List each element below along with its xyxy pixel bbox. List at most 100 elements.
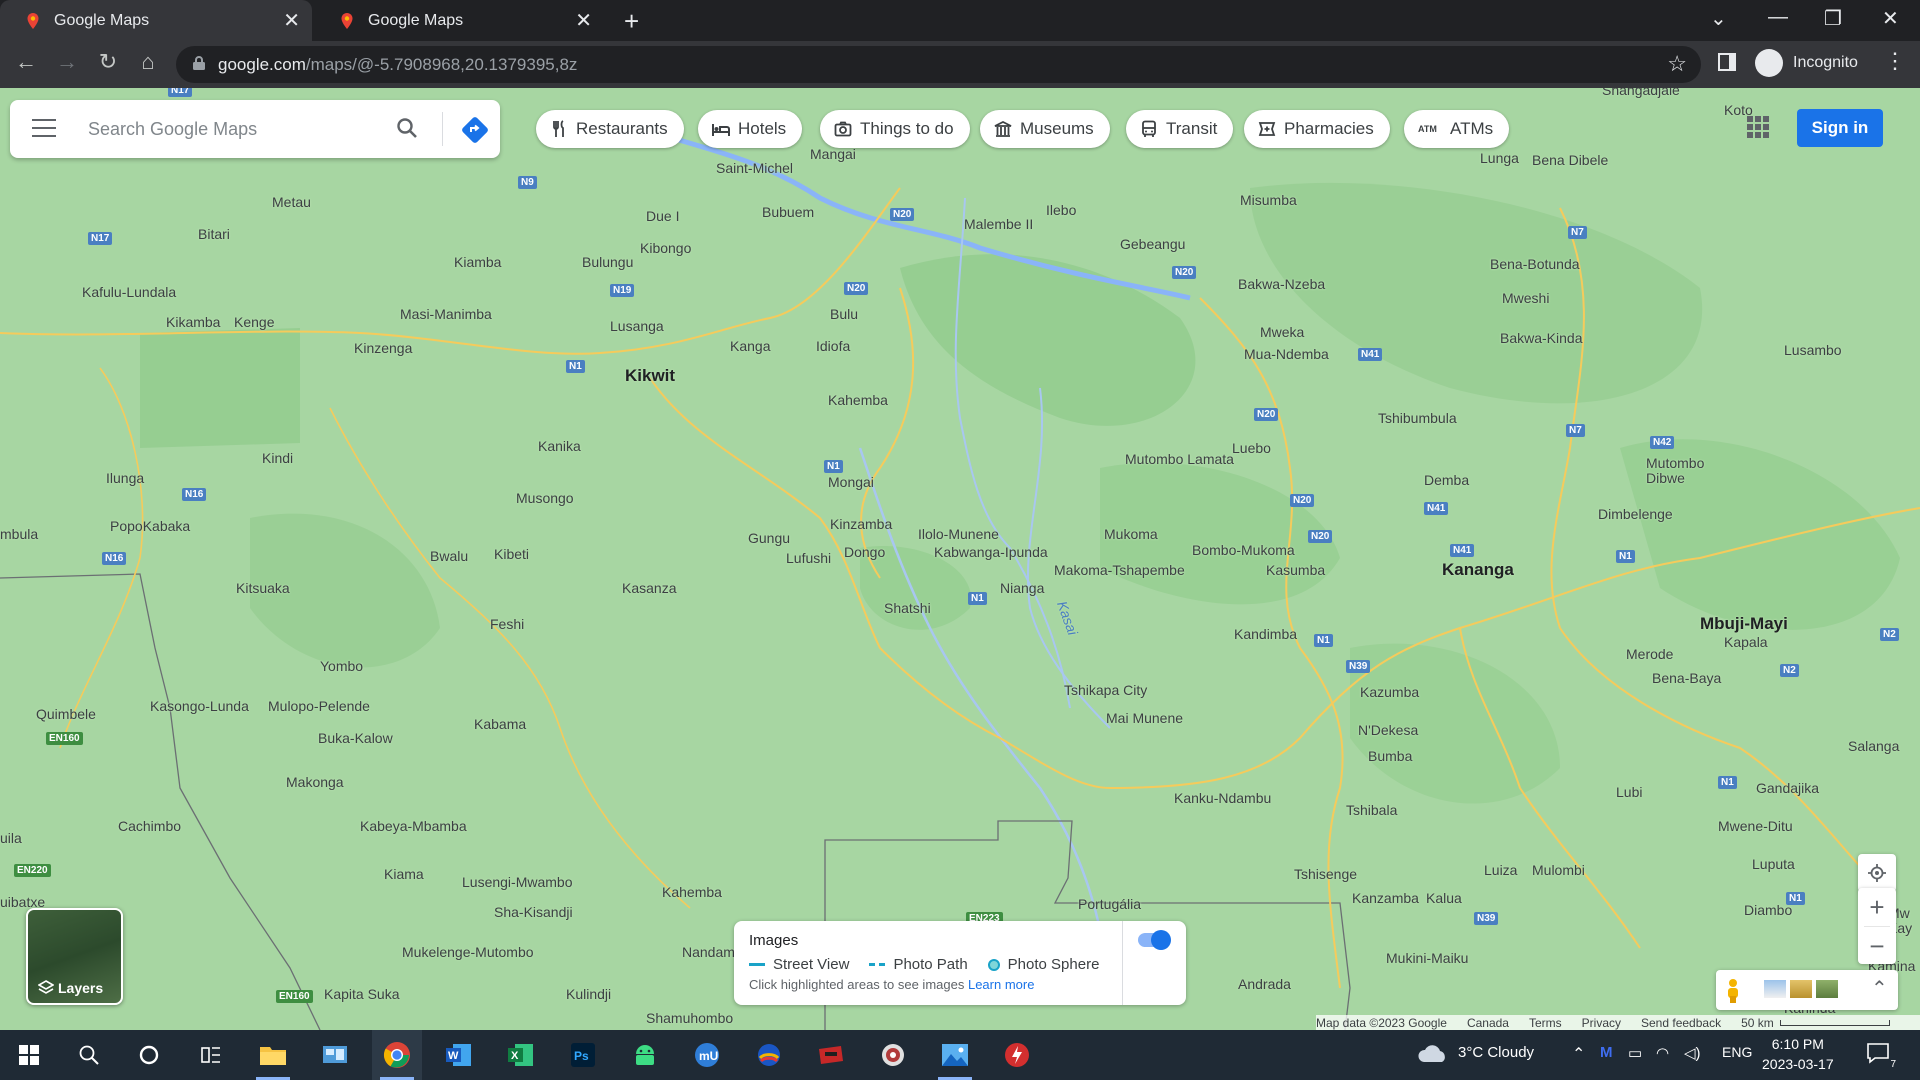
- place-label: Kibeti: [494, 546, 530, 562]
- taskbar-app-13[interactable]: [806, 1030, 856, 1080]
- chip-transit[interactable]: Transit: [1126, 110, 1234, 148]
- taskbar-app-14[interactable]: [868, 1030, 918, 1080]
- place-label: Luiza: [1484, 862, 1518, 878]
- cortana-button[interactable]: [124, 1030, 174, 1080]
- close-tab-icon[interactable]: ✕: [283, 8, 300, 33]
- chrome-menu-icon[interactable]: ⋮: [1884, 48, 1906, 74]
- scale-label[interactable]: 50 km: [1741, 1016, 1774, 1030]
- chevron-up-icon[interactable]: ⌃: [1871, 976, 1888, 1001]
- wifi-icon[interactable]: ◠: [1656, 1044, 1669, 1062]
- road-shield: N1: [1314, 634, 1333, 647]
- tab-google-maps-1[interactable]: Google Maps ✕: [0, 0, 312, 41]
- notifications-button[interactable]: 7: [1866, 1042, 1896, 1070]
- images-toggle[interactable]: [1138, 930, 1171, 950]
- chip-things-to-do[interactable]: Things to do: [820, 110, 970, 148]
- place-label: Kitsuaka: [236, 580, 290, 596]
- place-label: Andrada: [1238, 976, 1291, 992]
- photoshop-icon: Ps: [571, 1043, 595, 1067]
- chip-restaurants[interactable]: Restaurants: [536, 110, 684, 148]
- my-location-button[interactable]: [1858, 854, 1896, 892]
- place-label: Sha-Kisandji: [494, 904, 573, 920]
- directions-icon[interactable]: [462, 117, 488, 143]
- place-label: Bena Dibele: [1532, 152, 1609, 168]
- minimize-button[interactable]: —: [1768, 6, 1788, 29]
- map-canvas[interactable]: Shangadjale Koto Mangai Saint-Michel Lun…: [0, 88, 1920, 1030]
- language-indicator[interactable]: ENG: [1722, 1044, 1752, 1060]
- taskbar-app-16[interactable]: [992, 1030, 1042, 1080]
- side-panel-icon[interactable]: [1718, 53, 1736, 71]
- road-shield: N42: [1650, 436, 1675, 449]
- tab-search-icon[interactable]: ⌄: [1710, 6, 1727, 31]
- chip-label: Restaurants: [576, 119, 668, 138]
- app-tray-icon[interactable]: M: [1600, 1044, 1613, 1061]
- taskbar-search-button[interactable]: [64, 1030, 114, 1080]
- country-link[interactable]: Canada: [1467, 1016, 1509, 1030]
- learn-more-link[interactable]: Learn more: [968, 977, 1034, 992]
- layers-button[interactable]: Layers: [26, 908, 123, 1005]
- search-icon[interactable]: [395, 116, 419, 140]
- imagery-thumbnail[interactable]: [1764, 980, 1786, 998]
- photo-sphere-swatch: [987, 958, 1000, 971]
- zoom-out-button[interactable]: −: [1858, 927, 1896, 965]
- taskbar-word[interactable]: W: [434, 1030, 484, 1080]
- place-label: Kinzamba: [830, 516, 893, 532]
- send-feedback-link[interactable]: Send feedback: [1641, 1016, 1721, 1030]
- taskbar-photoshop[interactable]: Ps: [558, 1030, 608, 1080]
- taskbar-android-app[interactable]: [620, 1030, 670, 1080]
- restore-button[interactable]: ❐: [1824, 6, 1842, 31]
- chip-pharmacies[interactable]: Pharmacies: [1244, 110, 1390, 148]
- start-button[interactable]: [4, 1030, 54, 1080]
- pegman-icon[interactable]: [1726, 978, 1740, 1004]
- taskbar-app-12[interactable]: [744, 1030, 794, 1080]
- chip-atms[interactable]: ATM ATMs: [1404, 110, 1510, 148]
- close-window-button[interactable]: ✕: [1882, 6, 1899, 31]
- imagery-thumbnail[interactable]: [1816, 980, 1838, 998]
- tab-google-maps-2[interactable]: Google Maps ✕: [314, 0, 604, 41]
- search-input[interactable]: [88, 114, 378, 144]
- place-label: Dimbelenge: [1598, 506, 1673, 522]
- clock[interactable]: 6:10 PM 2023-03-17: [1762, 1034, 1834, 1074]
- taskbar-mu-app[interactable]: mU: [682, 1030, 732, 1080]
- battery-icon[interactable]: ▭: [1628, 1044, 1642, 1062]
- weather-text[interactable]: 3°C Cloudy: [1458, 1044, 1534, 1061]
- address-bar[interactable]: google.com/maps/@-5.7908968,20.1379395,8…: [176, 46, 1701, 83]
- chip-hotels[interactable]: Hotels: [698, 110, 803, 148]
- forward-button[interactable]: →: [53, 49, 81, 75]
- volume-icon[interactable]: ◁): [1684, 1044, 1701, 1062]
- new-tab-button[interactable]: +: [624, 6, 639, 37]
- terms-link[interactable]: Terms: [1529, 1016, 1562, 1030]
- map-data-text: Map data ©2023 Google: [1316, 1015, 1447, 1030]
- privacy-link[interactable]: Privacy: [1582, 1016, 1621, 1030]
- imagery-thumbnail[interactable]: [1790, 980, 1812, 998]
- taskbar-chrome[interactable]: [372, 1030, 422, 1080]
- reload-button[interactable]: ↻: [94, 49, 122, 75]
- place-label: Diambo: [1744, 902, 1793, 918]
- images-legend: Street View Photo Path Photo Sphere: [749, 956, 1099, 973]
- sign-in-button[interactable]: Sign in: [1797, 109, 1883, 147]
- road-shield: N20: [1254, 408, 1279, 421]
- images-panel-title: Images: [749, 932, 799, 949]
- place-label: Musongo: [516, 490, 574, 506]
- taskbar-photos[interactable]: [930, 1030, 980, 1080]
- bookmark-star-icon[interactable]: ☆: [1667, 51, 1687, 77]
- show-hidden-icons-icon[interactable]: ⌃: [1572, 1044, 1585, 1064]
- zoom-in-button[interactable]: +: [1858, 888, 1896, 926]
- chip-museums[interactable]: Museums: [980, 110, 1110, 148]
- place-label: Bena-Baya: [1652, 670, 1722, 686]
- taskbar-excel[interactable]: X: [496, 1030, 546, 1080]
- home-button[interactable]: ⌂: [134, 49, 162, 75]
- back-button[interactable]: ←: [12, 49, 40, 75]
- incognito-indicator[interactable]: Incognito: [1755, 49, 1858, 77]
- place-label-major: Mbuji-Mayi: [1700, 614, 1788, 633]
- road-shield: N7: [1568, 226, 1587, 239]
- task-view-button[interactable]: [186, 1030, 236, 1080]
- hamburger-menu-icon[interactable]: [32, 119, 56, 143]
- windows-icon: [19, 1045, 39, 1065]
- close-tab-icon[interactable]: ✕: [575, 8, 592, 33]
- taskbar-file-explorer[interactable]: [248, 1030, 298, 1080]
- taskbar-control-panel[interactable]: [310, 1030, 360, 1080]
- place-label: Kikamba: [166, 314, 221, 330]
- place-label: Mukoma: [1104, 526, 1158, 542]
- place-label: Kulindji: [566, 986, 612, 1002]
- google-apps-icon[interactable]: [1747, 116, 1769, 138]
